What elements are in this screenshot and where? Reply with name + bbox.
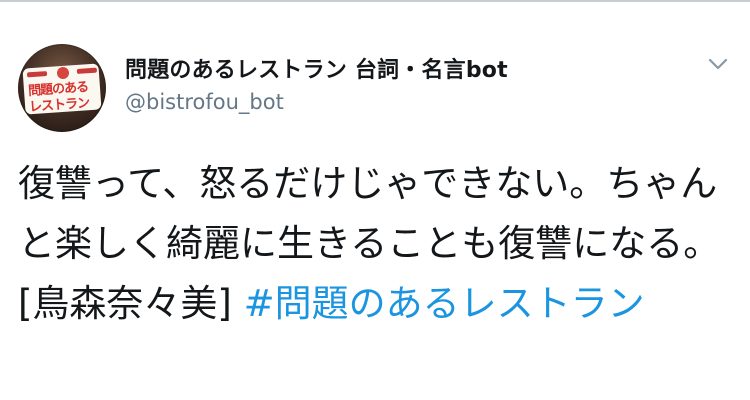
tweet-card[interactable]: 問題のある レストラン 問題のあるレストラン 台詞・名言bot @bistrof… <box>0 2 750 400</box>
avatar[interactable]: 問題のある レストラン <box>18 44 106 132</box>
tweet-text: 復讐って、怒るだけじゃできない。ちゃんと楽しく綺麗に生きることも復讐になる。 [… <box>18 154 734 334</box>
chevron-down-icon[interactable] <box>706 52 730 76</box>
author-display-name[interactable]: 問題のあるレストラン 台詞・名言bot <box>125 52 508 84</box>
avatar-logo-text-bottom: レストラン <box>28 95 90 116</box>
author-handle[interactable]: @bistrofou_bot <box>125 90 284 114</box>
hashtag-link[interactable]: #問題のあるレストラン <box>244 282 645 325</box>
